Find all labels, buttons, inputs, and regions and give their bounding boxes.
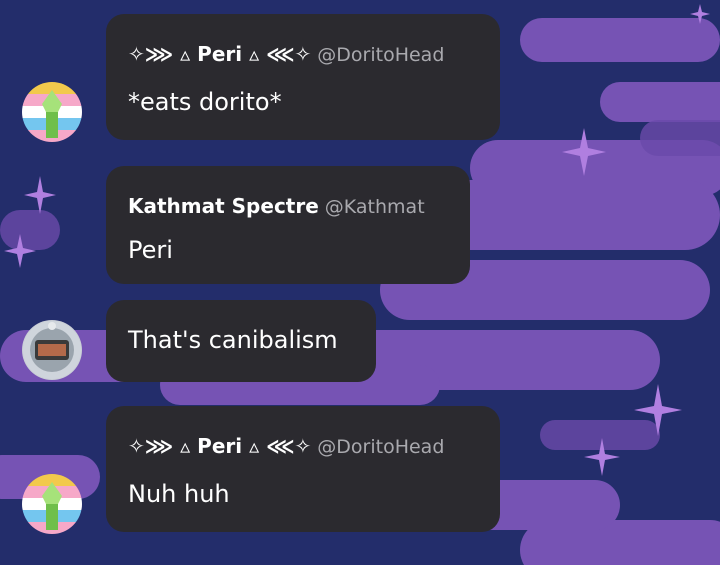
author-name[interactable]: ✧⋙ ▵ Peri ▵ ⋘✧ (128, 434, 311, 458)
message-text: Peri (128, 236, 173, 264)
message-text: That's canibalism (128, 326, 338, 354)
kathmat-avatar-icon (23, 321, 81, 379)
avatar[interactable] (22, 82, 82, 142)
author-handle[interactable]: @Kathmat (325, 196, 425, 218)
message-text: *eats dorito* (128, 88, 282, 116)
message-header: ✧⋙ ▵ Peri ▵ ⋘✧ @DoritoHead (128, 42, 444, 66)
author-name[interactable]: ✧⋙ ▵ Peri ▵ ⋘✧ (128, 42, 311, 66)
message-bubble[interactable]: ✧⋙ ▵ Peri ▵ ⋘✧ @DoritoHead *eats dorito* (106, 14, 500, 140)
author-name[interactable]: Kathmat Spectre (128, 194, 319, 218)
message-text: Nuh huh (128, 480, 230, 508)
message-bubble[interactable]: That's canibalism (106, 300, 376, 382)
author-handle[interactable]: @DoritoHead (317, 436, 444, 458)
peri-flag-avatar-icon (22, 474, 82, 534)
avatar[interactable] (22, 320, 82, 380)
message-bubble[interactable]: ✧⋙ ▵ Peri ▵ ⋘✧ @DoritoHead Nuh huh (106, 406, 500, 532)
avatar[interactable] (22, 474, 82, 534)
peri-flag-avatar-icon (22, 82, 82, 142)
message-header: Kathmat Spectre @Kathmat (128, 194, 425, 218)
message-bubble[interactable]: Kathmat Spectre @Kathmat Peri (106, 166, 470, 284)
author-handle[interactable]: @DoritoHead (317, 44, 444, 66)
message-header: ✧⋙ ▵ Peri ▵ ⋘✧ @DoritoHead (128, 434, 444, 458)
